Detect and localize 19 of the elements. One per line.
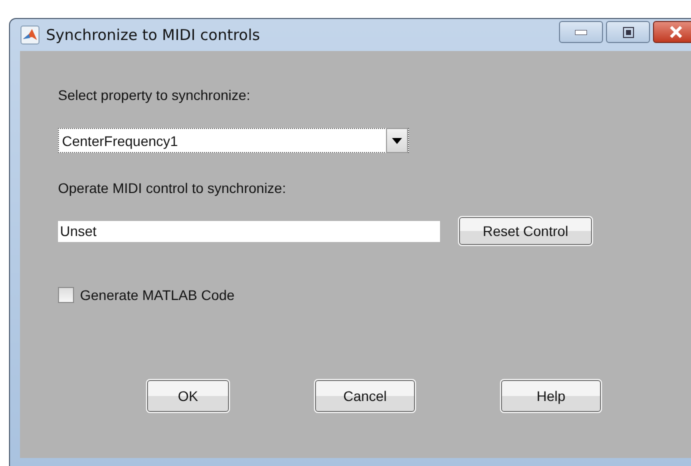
ok-button[interactable]: OK <box>147 380 229 412</box>
close-button[interactable] <box>653 21 691 43</box>
restore-icon <box>622 26 634 38</box>
property-label: Select property to synchronize: <box>58 87 250 103</box>
caret-icon <box>392 138 402 144</box>
checkbox[interactable] <box>58 287 74 303</box>
reset-control-button[interactable]: Reset Control <box>459 217 592 245</box>
cancel-button[interactable]: Cancel <box>315 380 415 412</box>
matlab-logo-icon <box>20 25 40 45</box>
control-label: Operate MIDI control to synchronize: <box>58 180 286 196</box>
window-title: Synchronize to MIDI controls <box>46 26 261 44</box>
property-dropdown[interactable]: CenterFrequency1 <box>58 128 409 153</box>
control-field[interactable]: Unset <box>58 220 440 242</box>
close-icon <box>669 26 683 38</box>
minimize-icon <box>575 30 587 34</box>
minimize-button[interactable] <box>559 21 603 43</box>
checkbox-label: Generate MATLAB Code <box>80 287 235 303</box>
help-button[interactable]: Help <box>501 380 601 412</box>
restore-button[interactable] <box>606 21 650 43</box>
